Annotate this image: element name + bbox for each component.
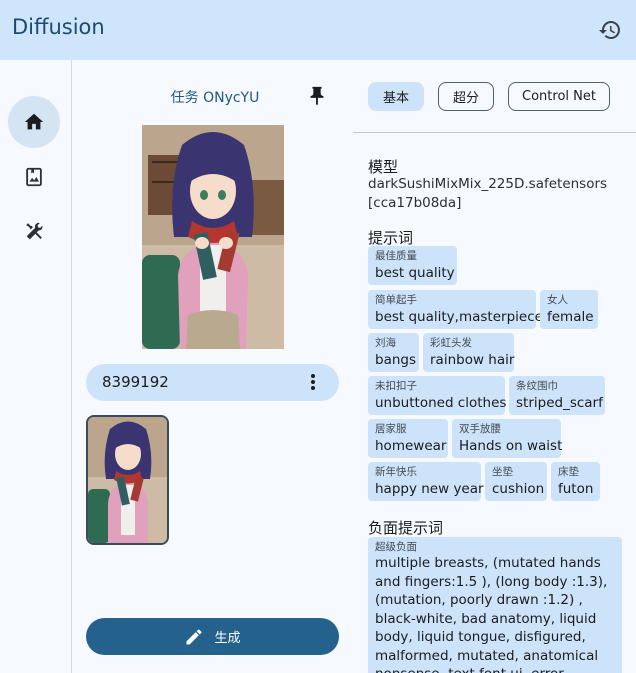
prompt-tag-en: cushion bbox=[492, 481, 545, 497]
prompt-tag[interactable]: 女人 female bbox=[540, 290, 598, 329]
navigation-rail bbox=[0, 60, 72, 673]
prompt-tag-en: happy new year bbox=[375, 481, 484, 497]
prompt-tag-zh: 坐垫 bbox=[492, 466, 513, 478]
prompt-tag-en: bangs bbox=[375, 352, 417, 368]
rail-divider bbox=[71, 60, 72, 673]
prompt-tag-zh: 条纹围巾 bbox=[516, 380, 558, 392]
app-title: Diffusion bbox=[12, 15, 105, 39]
negative-tag-zh: 超级负面 bbox=[375, 541, 417, 553]
tab-basic[interactable]: 基本 bbox=[368, 82, 424, 111]
model-name: darkSushiMixMix_225D.safetensors [cca17b… bbox=[368, 175, 630, 213]
prompt-tag-zh: 未扣扣子 bbox=[375, 380, 417, 392]
prompt-tag[interactable]: 未扣扣子 unbuttoned clothes bbox=[368, 376, 507, 415]
prompt-tag[interactable]: 刘海 bangs bbox=[368, 333, 419, 372]
model-hash: [cca17b08da] bbox=[368, 195, 462, 211]
negative-heading: 负面提示词 bbox=[368, 519, 444, 537]
seed-bar[interactable]: 8399192 bbox=[86, 364, 339, 401]
prompt-tag-en: futon bbox=[558, 481, 594, 497]
app-bar: Diffusion bbox=[0, 0, 636, 60]
prompt-tag[interactable]: 床垫 futon bbox=[551, 462, 600, 501]
prompt-heading: 提示词 bbox=[368, 229, 414, 247]
prompt-tag-zh: 女人 bbox=[547, 294, 568, 306]
generate-button[interactable]: 生成 bbox=[86, 618, 339, 655]
prompt-tag-zh: 最佳质量 bbox=[375, 250, 417, 262]
rail-item-home[interactable] bbox=[8, 96, 60, 148]
prompt-tag-zh: 双手放腰 bbox=[459, 423, 501, 435]
prompt-tag-zh: 刘海 bbox=[375, 337, 396, 349]
prompt-tag-en: rainbow hair bbox=[430, 352, 515, 368]
prompt-tag[interactable]: 新年快乐 happy new year bbox=[368, 462, 484, 501]
history-icon[interactable] bbox=[598, 18, 622, 42]
prompt-tag[interactable]: 最佳质量 best quality bbox=[368, 246, 457, 285]
prompt-tag-en: best quality,masterpiece bbox=[375, 309, 543, 325]
task-title: 任务 ONycYU bbox=[170, 90, 260, 106]
prompt-tag-zh: 新年快乐 bbox=[375, 466, 417, 478]
negative-prompt-tag[interactable]: 超级负面 multiple breasts, (mutated hands an… bbox=[368, 537, 622, 673]
rail-item-gallery[interactable] bbox=[8, 151, 60, 203]
image-thumbnail[interactable] bbox=[86, 415, 169, 545]
prompt-tag-zh: 床垫 bbox=[558, 466, 579, 478]
tab-upscale[interactable]: 超分 bbox=[438, 82, 494, 111]
home-icon bbox=[24, 113, 44, 130]
tab-control-net[interactable]: Control Net bbox=[508, 82, 610, 111]
prompt-tag-en: homewear bbox=[375, 438, 447, 454]
prompt-tag[interactable]: 居家服 homewear bbox=[368, 419, 448, 458]
panel-divider bbox=[353, 132, 636, 133]
seed-value: 8399192 bbox=[102, 373, 169, 391]
generated-image[interactable] bbox=[142, 125, 284, 349]
prompt-tag-en: striped_scarf bbox=[516, 395, 603, 411]
prompt-tag-en: Hands on waist bbox=[459, 438, 563, 454]
tools-icon bbox=[26, 222, 43, 240]
prompt-tag-en: unbuttoned clothes bbox=[375, 395, 507, 411]
prompt-tag[interactable]: 坐垫 cushion bbox=[485, 462, 547, 501]
model-heading: 模型 bbox=[368, 158, 399, 176]
prompt-tag[interactable]: 双手放腰 Hands on waist bbox=[452, 419, 563, 458]
prompt-tag[interactable]: 彩虹头发 rainbow hair bbox=[423, 333, 514, 372]
prompt-tag-zh: 彩虹头发 bbox=[430, 337, 472, 349]
negative-tag-en: multiple breasts, (mutated hands and fin… bbox=[375, 555, 608, 673]
rail-item-tools[interactable] bbox=[8, 206, 60, 258]
prompt-tag-zh: 居家服 bbox=[375, 423, 407, 435]
prompt-tag-en: female bbox=[547, 309, 594, 325]
gallery-icon bbox=[26, 167, 42, 187]
prompt-tag-zh: 简单起手 bbox=[375, 294, 417, 306]
prompt-tag-en: best quality bbox=[375, 265, 455, 281]
more-vert-icon[interactable] bbox=[306, 372, 320, 392]
prompt-tag[interactable]: 条纹围巾 striped_scarf bbox=[509, 376, 605, 415]
prompt-tag[interactable]: 简单起手 best quality,masterpiece bbox=[368, 290, 543, 329]
edit-icon bbox=[186, 628, 202, 644]
model-file: darkSushiMixMix_225D.safetensors bbox=[368, 176, 608, 192]
pin-icon[interactable] bbox=[306, 84, 328, 108]
generate-label: 生成 bbox=[214, 631, 241, 646]
